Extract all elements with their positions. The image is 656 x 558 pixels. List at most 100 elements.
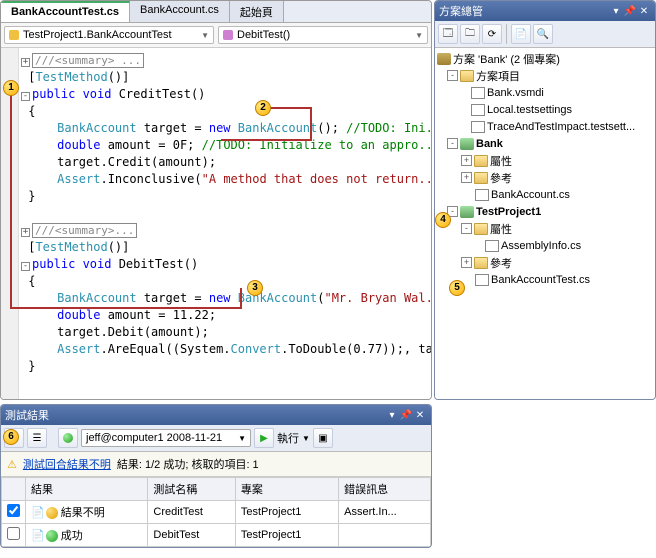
test-results-table: 結果 測試名稱 專案 錯誤訊息 📄 結果不明 CreditTest TestPr… bbox=[1, 477, 431, 547]
tree-item[interactable]: 方案項目 bbox=[476, 68, 520, 84]
col-result[interactable]: 結果 bbox=[26, 478, 148, 501]
warn-text: 結果: 1/2 成功; 核取的項目: 1 bbox=[117, 456, 259, 472]
status-ok-icon bbox=[46, 530, 58, 542]
project-name: TestProject1 bbox=[235, 524, 338, 547]
pin-icon[interactable]: 📌 bbox=[623, 6, 637, 17]
chevron-down-icon: ▼ bbox=[238, 434, 246, 443]
tree-item[interactable]: 屬性 bbox=[490, 153, 512, 169]
tree-item[interactable]: 參考 bbox=[490, 170, 512, 186]
expand-icon[interactable]: - bbox=[447, 138, 458, 149]
solution-root[interactable]: 方案 'Bank' (2 個專案) bbox=[453, 51, 560, 67]
pane-title: 測試結果 bbox=[5, 407, 49, 423]
refresh-button[interactable]: ⟳ bbox=[482, 24, 502, 44]
tree-item[interactable]: BankAccount.cs bbox=[491, 189, 570, 201]
class-label: TestProject1.BankAccountTest bbox=[23, 29, 172, 41]
code-content: +///<summary> ... [TestMethod()] -public… bbox=[19, 48, 431, 399]
project-name: TestProject1 bbox=[235, 501, 338, 524]
callout-6: 6 bbox=[3, 429, 19, 445]
dropdown-icon[interactable]: ▾ bbox=[385, 410, 399, 421]
col-error[interactable]: 錯誤訊息 bbox=[339, 478, 431, 501]
folder-icon bbox=[460, 70, 474, 82]
method-icon bbox=[223, 30, 233, 40]
expand-icon[interactable]: - bbox=[447, 70, 458, 81]
project-icon bbox=[460, 138, 474, 150]
properties-button[interactable]: 🗔 bbox=[438, 24, 458, 44]
tab-bankaccount[interactable]: BankAccount.cs bbox=[130, 1, 230, 22]
tree-item[interactable]: 屬性 bbox=[490, 221, 512, 237]
tree-item[interactable]: TraceAndTestImpact.testsett... bbox=[487, 121, 635, 133]
run-checked-button[interactable]: ▶ bbox=[254, 428, 274, 448]
dropdown-icon[interactable]: ▾ bbox=[609, 6, 623, 17]
tree-item[interactable]: AssemblyInfo.cs bbox=[501, 240, 581, 252]
tab-bankaccounttest[interactable]: BankAccountTest.cs bbox=[1, 1, 130, 22]
solution-explorer-pane: 方案總管 ▾ 📌 ✕ 🗔 🗀 ⟳ 📄 🔍 4 5 方案 'Bank' (2 個專… bbox=[434, 0, 656, 400]
fold-icon[interactable]: - bbox=[21, 92, 30, 101]
class-icon bbox=[9, 30, 19, 40]
test-name: CreditTest bbox=[148, 501, 235, 524]
file-icon bbox=[471, 121, 485, 133]
col-project[interactable]: 專案 bbox=[235, 478, 338, 501]
filter-button[interactable]: ☰ bbox=[27, 428, 47, 448]
debug-button[interactable]: ▣ bbox=[313, 428, 333, 448]
callout-3: 3 bbox=[247, 280, 263, 296]
expand-icon[interactable]: + bbox=[461, 155, 472, 166]
row-checkbox[interactable] bbox=[7, 527, 20, 540]
solution-icon bbox=[437, 53, 451, 65]
folder-icon bbox=[474, 172, 488, 184]
show-all-button[interactable]: 🗀 bbox=[460, 24, 480, 44]
callout-2: 2 bbox=[255, 100, 271, 116]
callout-5: 5 bbox=[449, 280, 465, 296]
file-icon bbox=[471, 87, 485, 99]
warn-link[interactable]: 測試回合結果不明 bbox=[23, 456, 111, 472]
test-run-selector[interactable]: jeff@computer1 2008-11-21 ▼ bbox=[81, 429, 251, 447]
pane-title: 方案總管 bbox=[439, 3, 483, 19]
pin-icon[interactable]: 📌 bbox=[399, 410, 413, 421]
run-label: 執行 bbox=[277, 430, 299, 446]
status-warn-icon bbox=[46, 507, 58, 519]
file-icon: 📄 bbox=[31, 506, 45, 519]
chevron-down-icon: ▼ bbox=[201, 31, 209, 40]
editor-tab-strip: BankAccountTest.cs BankAccount.cs 起始頁 bbox=[1, 1, 431, 23]
error-msg bbox=[339, 524, 431, 547]
fold-icon[interactable]: - bbox=[21, 262, 30, 271]
fold-icon[interactable]: + bbox=[21, 58, 30, 67]
tree-item[interactable]: BankAccountTest.cs bbox=[491, 274, 590, 286]
code-view-button[interactable]: 📄 bbox=[511, 24, 531, 44]
code-editor[interactable]: 1 2 3 +///<summary> ... [TestMethod()] -… bbox=[1, 48, 431, 399]
row-checkbox[interactable] bbox=[7, 504, 20, 517]
expand-icon[interactable]: + bbox=[461, 172, 472, 183]
folder-icon bbox=[474, 155, 488, 167]
tree-item[interactable]: 參考 bbox=[490, 255, 512, 271]
file-icon bbox=[485, 240, 499, 252]
expand-icon[interactable]: + bbox=[461, 257, 472, 268]
chevron-down-icon: ▼ bbox=[415, 31, 423, 40]
test-name: DebitTest bbox=[148, 524, 235, 547]
col-name[interactable]: 測試名稱 bbox=[148, 478, 235, 501]
close-icon[interactable]: ✕ bbox=[637, 6, 651, 17]
error-msg: Assert.In... bbox=[339, 501, 431, 524]
view-button[interactable]: 🔍 bbox=[533, 24, 553, 44]
tree-item[interactable]: Bank.vsmdi bbox=[487, 87, 544, 99]
test-results-pane: 6 測試結果 ▾ 📌 ✕ ☷ ☰ jeff@computer1 2008-11-… bbox=[0, 404, 432, 548]
file-icon bbox=[475, 274, 489, 286]
table-row[interactable]: 📄 結果不明 CreditTest TestProject1 Assert.In… bbox=[2, 501, 431, 524]
table-row[interactable]: 📄 成功 DebitTest TestProject1 bbox=[2, 524, 431, 547]
folder-icon bbox=[474, 257, 488, 269]
close-icon[interactable]: ✕ bbox=[413, 410, 427, 421]
tree-item[interactable]: Local.testsettings bbox=[487, 104, 572, 116]
fold-icon[interactable]: + bbox=[21, 228, 30, 237]
callout-4: 4 bbox=[435, 212, 451, 228]
expand-icon[interactable]: - bbox=[461, 223, 472, 234]
callout-1: 1 bbox=[3, 80, 19, 96]
tab-start-page[interactable]: 起始頁 bbox=[230, 1, 284, 22]
run-button[interactable] bbox=[58, 428, 78, 448]
result-text: 成功 bbox=[61, 530, 83, 542]
method-selector[interactable]: DebitTest() ▼ bbox=[218, 26, 428, 44]
file-icon bbox=[471, 104, 485, 116]
code-gutter bbox=[1, 48, 19, 399]
tree-item[interactable]: Bank bbox=[476, 138, 503, 150]
solution-tree[interactable]: 4 5 方案 'Bank' (2 個專案) - 方案項目 Bank.vsmdi L… bbox=[435, 48, 655, 399]
chevron-down-icon[interactable]: ▼ bbox=[302, 434, 310, 443]
tree-item[interactable]: TestProject1 bbox=[476, 206, 541, 218]
class-selector[interactable]: TestProject1.BankAccountTest ▼ bbox=[4, 26, 214, 44]
